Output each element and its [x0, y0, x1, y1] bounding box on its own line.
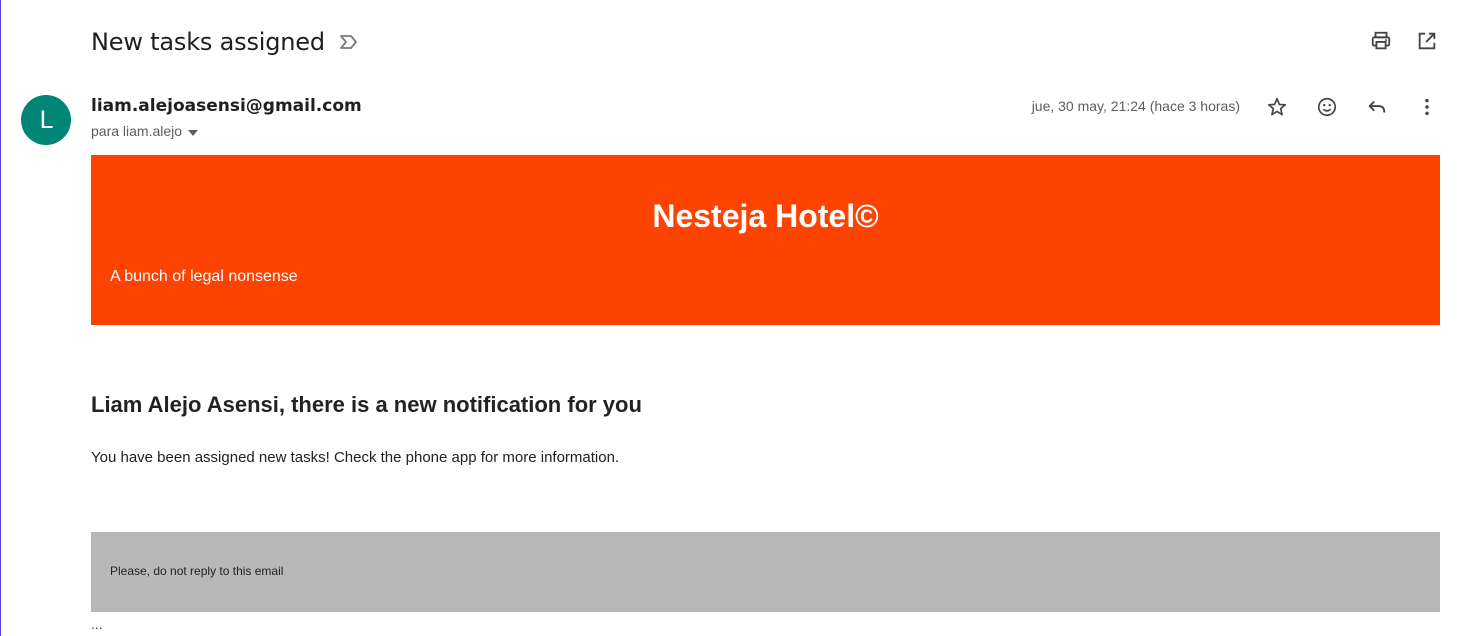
star-icon[interactable]	[1264, 94, 1290, 120]
more-vert-icon[interactable]	[1414, 94, 1440, 120]
footer-text: Please, do not reply to this email	[110, 564, 284, 578]
email-heading: Liam Alejo Asensi, there is a new notifi…	[91, 392, 642, 417]
recipient-details[interactable]: para liam.alejo	[91, 123, 199, 139]
reply-icon[interactable]	[1364, 94, 1390, 120]
email-footer: Please, do not reply to this email	[91, 532, 1440, 612]
avatar[interactable]: L	[21, 95, 71, 145]
email-date: jue, 30 may, 21:24 (hace 3 horas)	[1031, 98, 1240, 114]
email-subject: New tasks assigned	[91, 28, 325, 56]
message-actions	[1264, 94, 1440, 120]
email-body-text: You have been assigned new tasks! Check …	[91, 449, 620, 466]
email-banner: Nesteja Hotel© A bunch of legal nonsense	[91, 155, 1440, 325]
print-icon[interactable]	[1368, 28, 1394, 54]
emoji-icon[interactable]	[1314, 94, 1340, 120]
open-in-new-icon[interactable]	[1414, 28, 1440, 54]
subject-row: New tasks assigned	[91, 22, 359, 62]
banner-subtitle: A bunch of legal nonsense	[110, 268, 298, 285]
label-important-icon[interactable]	[339, 32, 359, 52]
thread-actions	[1368, 28, 1440, 54]
caret-down-icon[interactable]	[188, 123, 199, 139]
recipient-label: para liam.alejo	[91, 123, 183, 139]
banner-title: Nesteja Hotel©	[652, 198, 879, 234]
show-trimmed-content[interactable]: ...	[91, 616, 103, 632]
sender-address[interactable]: liam.alejoasensi@gmail.com	[91, 96, 362, 116]
email-view: New tasks assigned L liam.alejoasensi@gm…	[0, 0, 1458, 636]
